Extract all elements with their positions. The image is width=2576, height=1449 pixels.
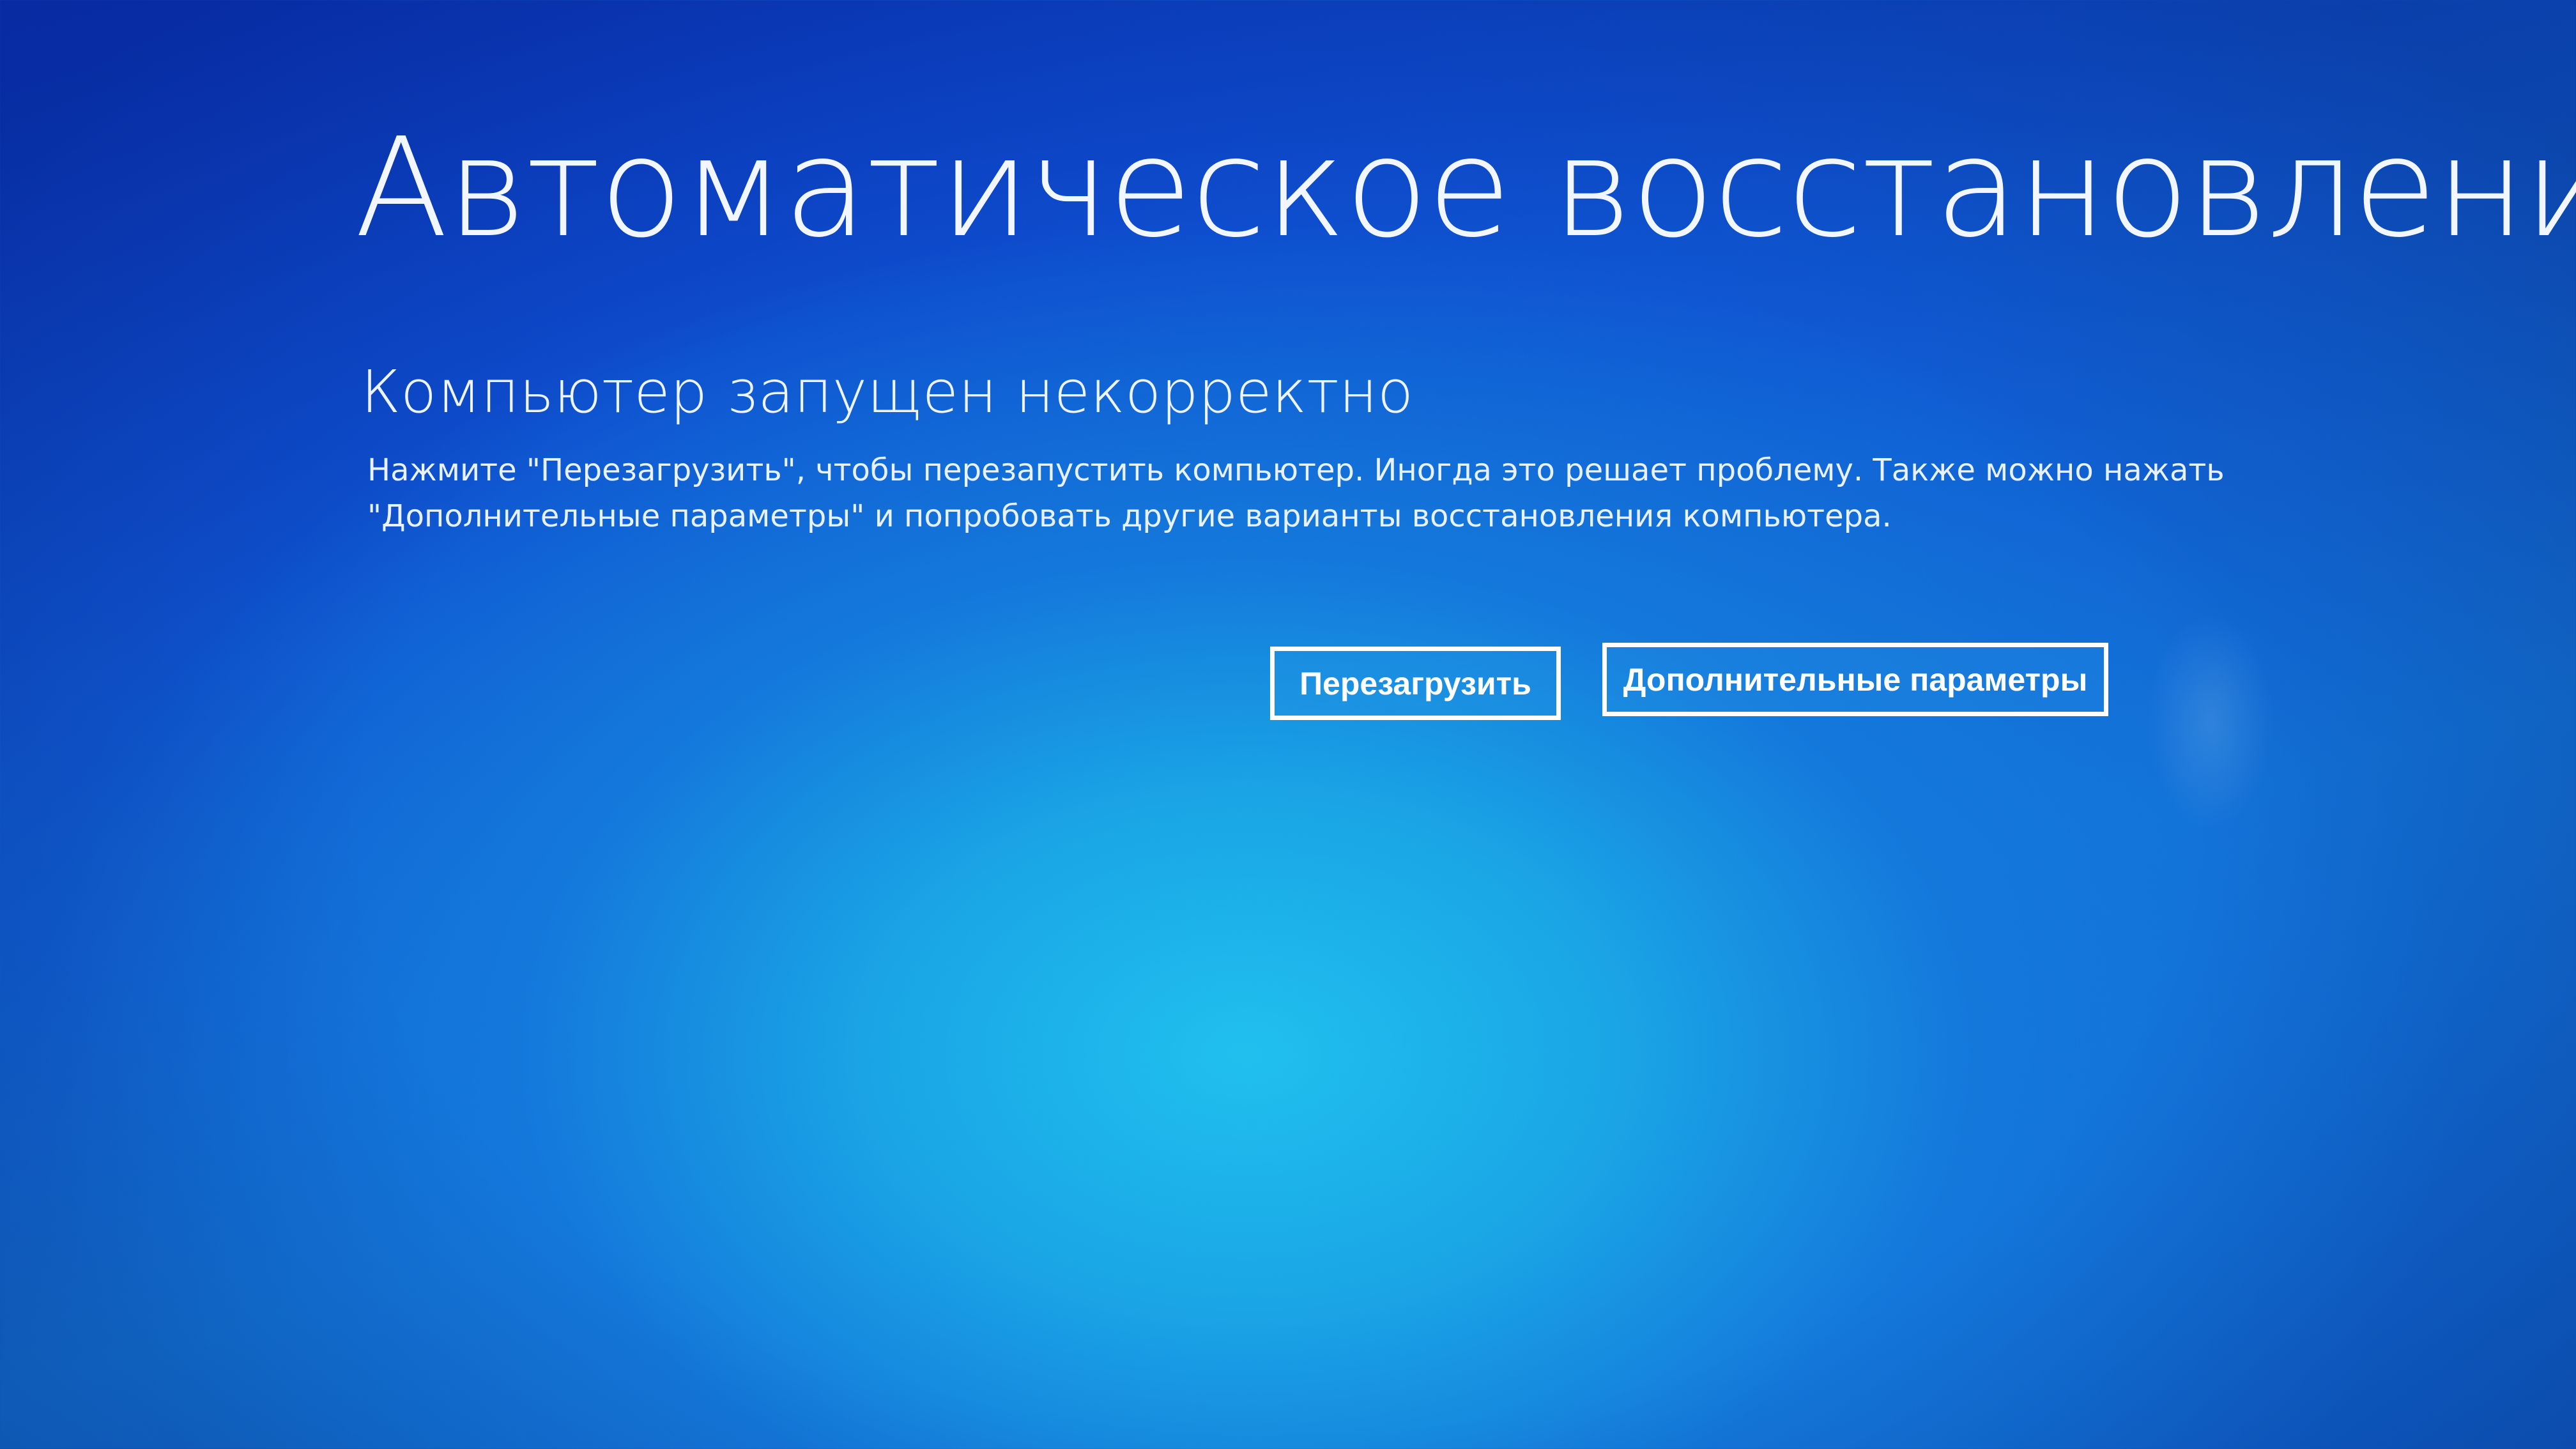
advanced-options-button[interactable]: Дополнительные параметры <box>1602 643 2108 716</box>
advanced-options-button-label: Дополнительные параметры <box>1623 661 2088 698</box>
restart-button[interactable]: Перезагрузить <box>1270 647 1561 720</box>
screen-glare <box>2147 613 2274 831</box>
error-subtitle: Компьютер запущен некорректно <box>361 358 1414 426</box>
page-title: Автоматическое восстановление <box>355 109 2576 268</box>
restart-button-label: Перезагрузить <box>1300 665 1531 702</box>
description-line: Нажмите "Перезагрузить", чтобы перезапус… <box>367 452 2225 488</box>
description-line: "Дополнительные параметры" и попробовать… <box>367 498 1892 534</box>
error-description: Нажмите "Перезагрузить", чтобы перезапус… <box>367 447 2225 539</box>
